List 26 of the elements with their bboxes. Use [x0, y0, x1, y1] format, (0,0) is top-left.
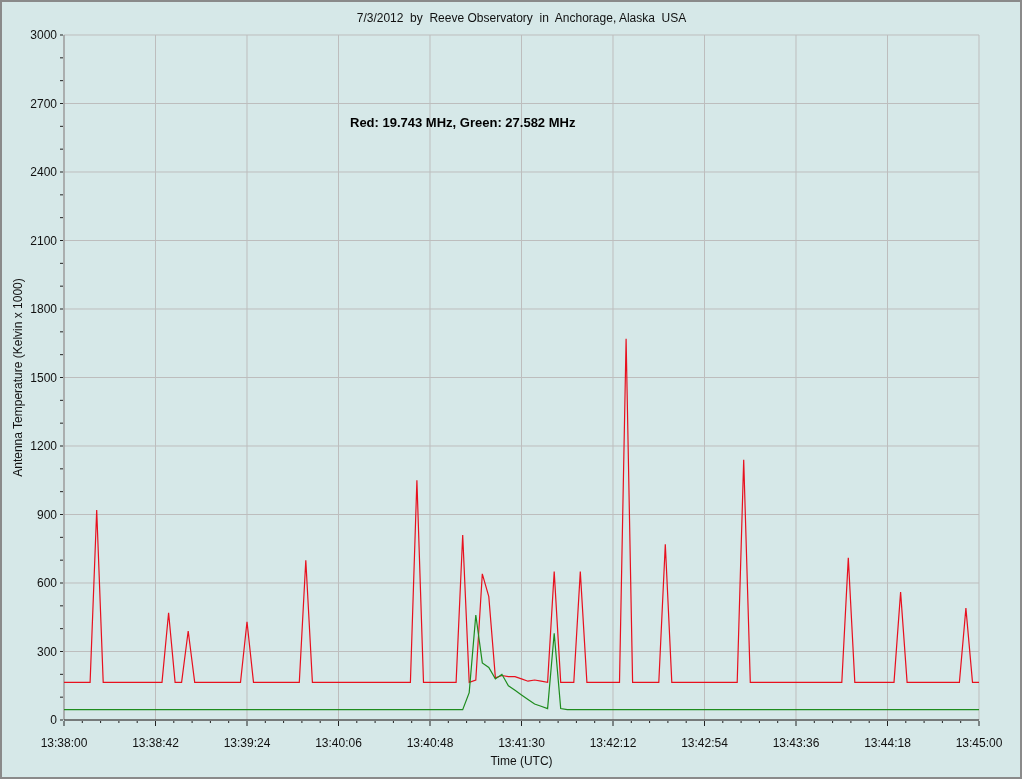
x-tick-label: 13:42:12 [589, 736, 637, 750]
y-tick-label: 600 [36, 576, 57, 590]
x-axis-label: Time (UTC) [490, 754, 553, 768]
y-tick-label: 0 [50, 713, 57, 727]
x-tick-label: 13:40:06 [315, 736, 362, 750]
y-axis-label: Antenna Temperature (Kelvin x 1000) [11, 278, 25, 477]
y-tick-label: 1500 [30, 370, 57, 385]
y-tick-label: 900 [36, 507, 57, 522]
y-tick-label: 1800 [30, 302, 57, 316]
x-tick-label: 13:38:00 [40, 736, 88, 750]
chart-title: 7/3/2012 by Reeve Observatory in Anchorage, Alaska USA [356, 11, 687, 25]
y-tick-label: 2400 [30, 165, 57, 179]
y-tick-label: 1200 [30, 439, 57, 453]
x-tick-label: 13:42:54 [681, 736, 728, 750]
y-tick-label: 2700 [30, 96, 57, 111]
x-tick-label: 13:41:30 [498, 736, 545, 750]
x-tick-label: 13:45:00 [955, 736, 1003, 750]
x-tick-label: 13:39:24 [223, 736, 271, 750]
x-tick-label: 13:44:18 [864, 736, 911, 750]
y-tick-label: 2100 [30, 233, 57, 248]
x-tick-label: 13:40:48 [406, 736, 454, 750]
y-tick-label: 3000 [30, 28, 57, 42]
x-tick-label: 13:38:42 [132, 736, 179, 750]
x-tick-label: 13:43:36 [772, 736, 820, 750]
y-tick-label: 300 [36, 644, 57, 659]
chart-annotation: Red: 19.743 MHz, Green: 27.582 MHz [350, 115, 576, 130]
